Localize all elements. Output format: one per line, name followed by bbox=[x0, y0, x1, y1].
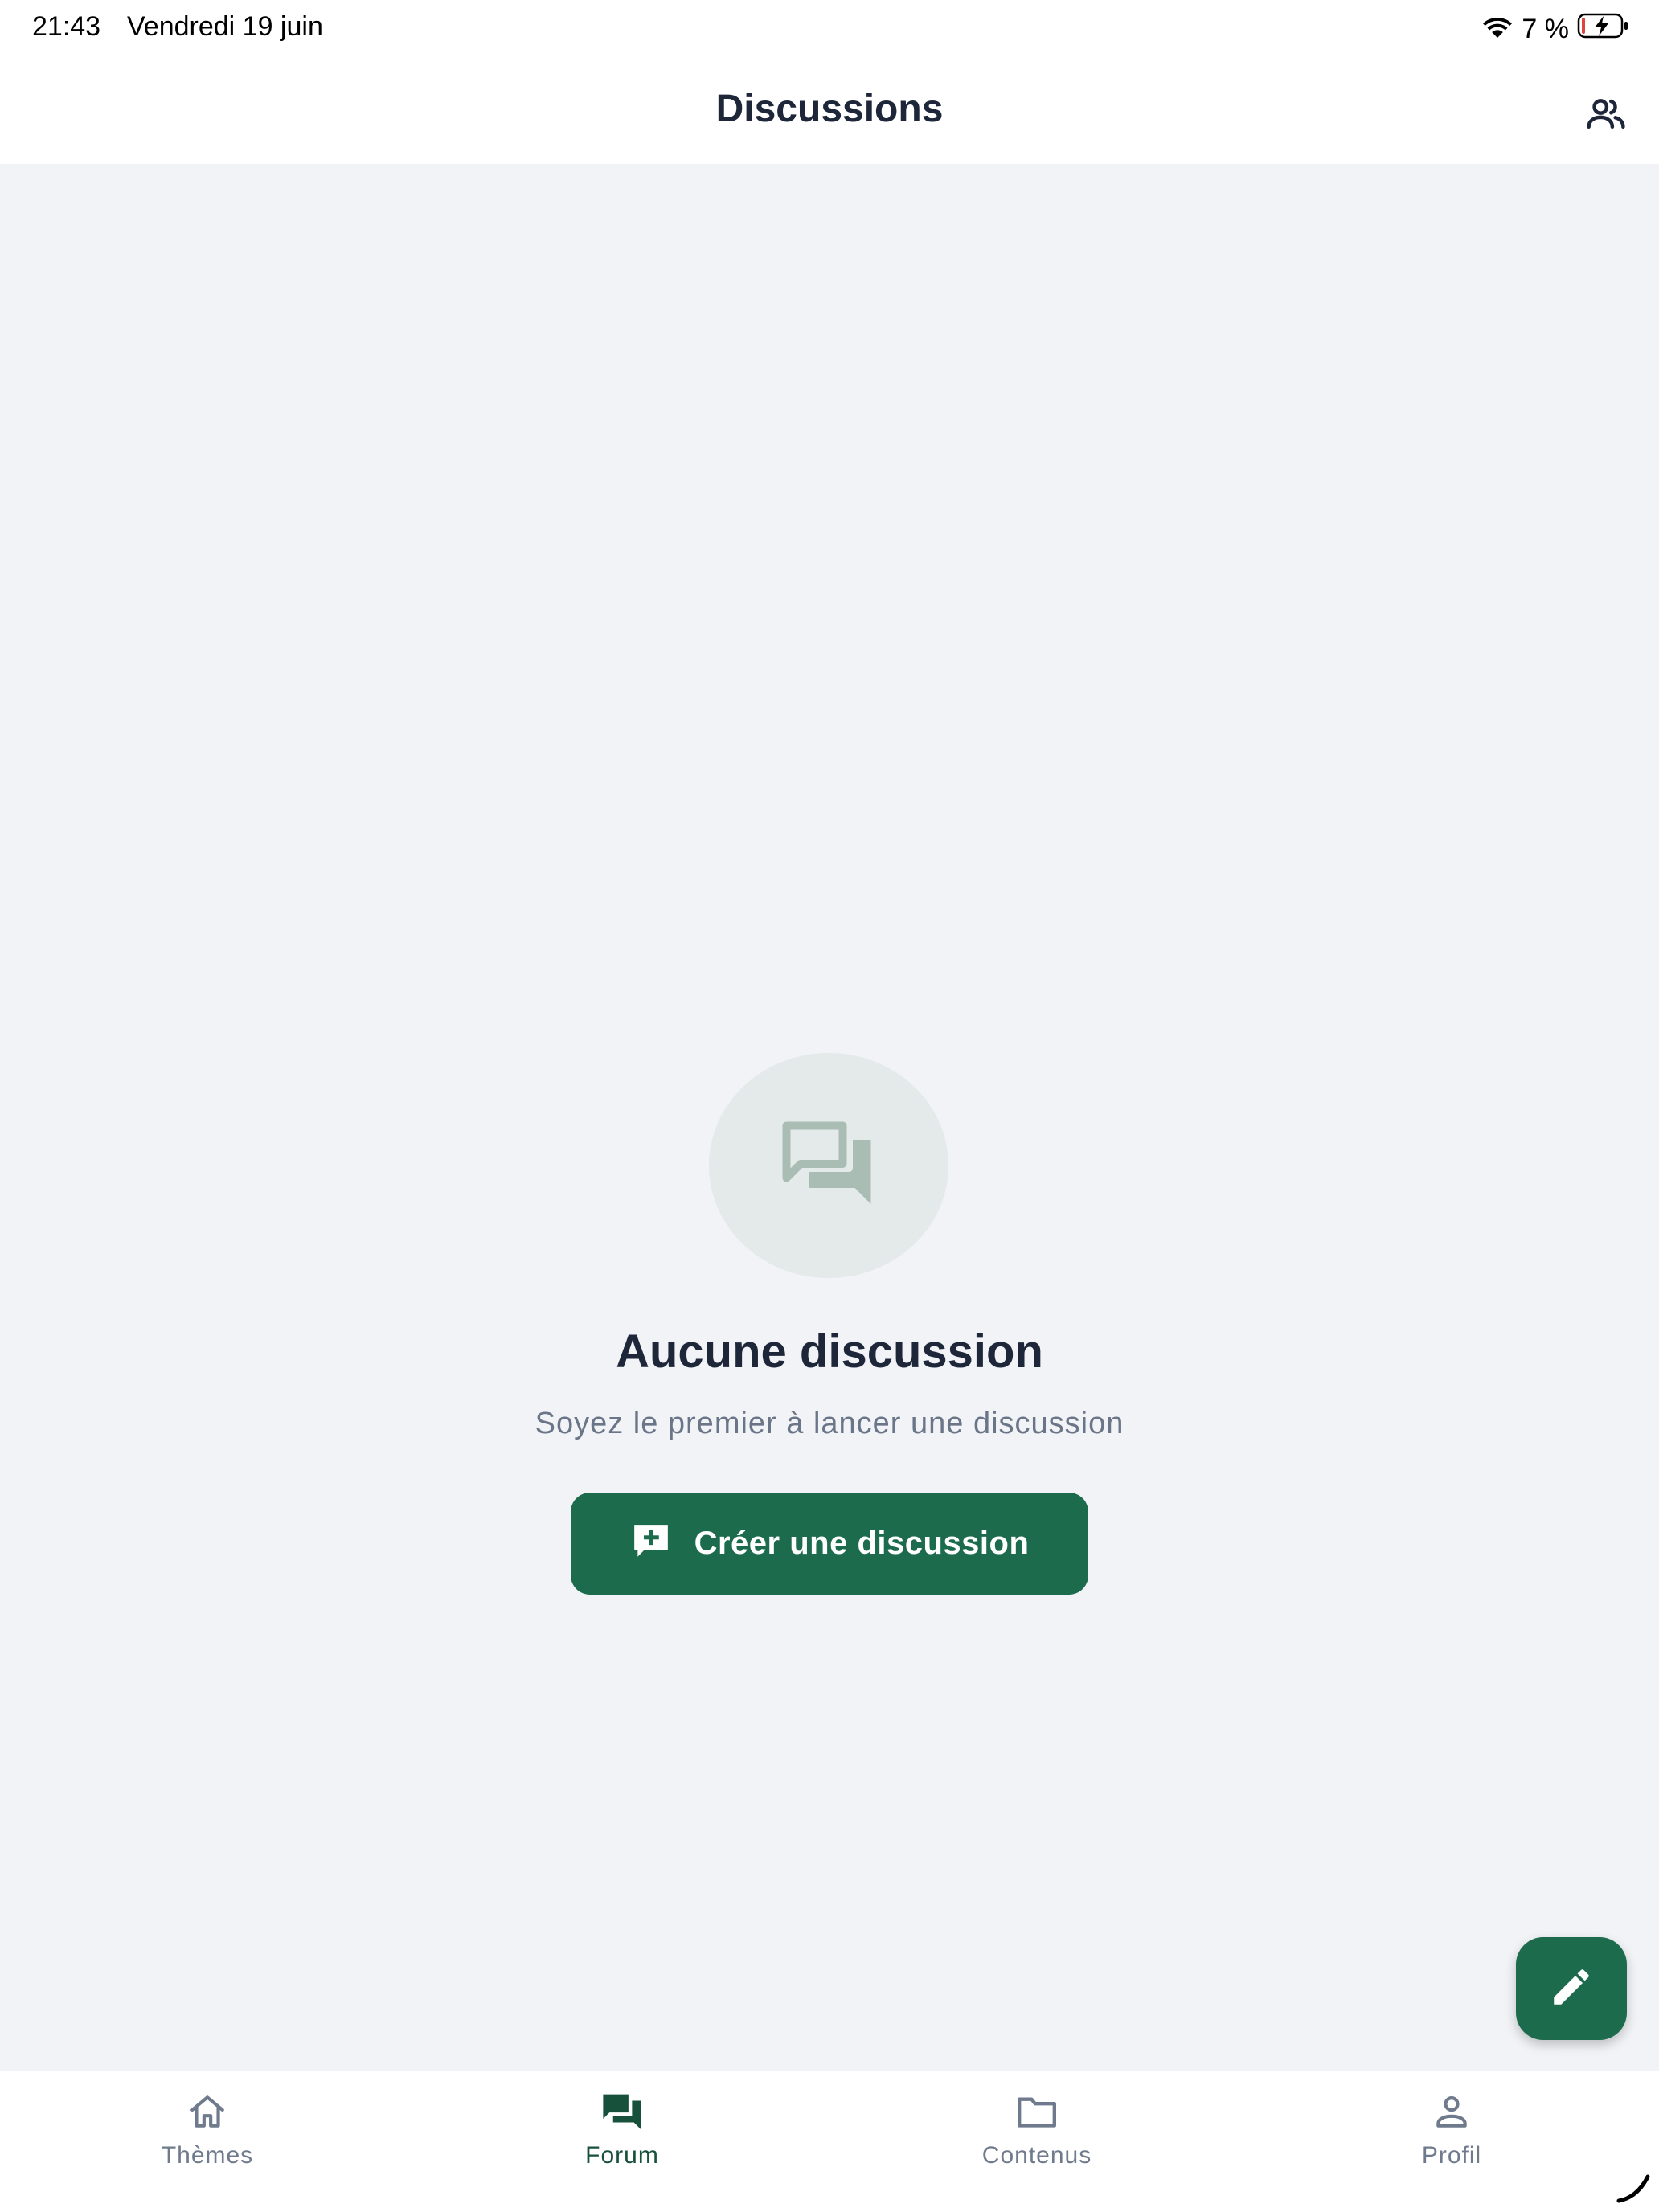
nav-label-forum: Forum bbox=[585, 2142, 659, 2169]
create-discussion-label: Créer une discussion bbox=[694, 1526, 1030, 1561]
nav-item-forum[interactable]: Forum bbox=[502, 2087, 743, 2184]
nav-item-themes[interactable]: Thèmes bbox=[87, 2087, 328, 2184]
nav-label-profil: Profil bbox=[1421, 2142, 1482, 2169]
empty-state-subtitle: Soyez le premier à lancer une discussion bbox=[535, 1407, 1124, 1440]
add-comment-icon bbox=[630, 1522, 672, 1566]
forum-icon bbox=[780, 1120, 877, 1212]
create-discussion-button[interactable]: Créer une discussion bbox=[571, 1493, 1088, 1595]
nav-label-themes: Thèmes bbox=[161, 2142, 254, 2169]
status-indicators: 7 % bbox=[1481, 13, 1630, 45]
empty-state-title: Aucune discussion bbox=[616, 1325, 1043, 1378]
page-title: Discussions bbox=[715, 88, 944, 130]
nav-item-profil[interactable]: Profil bbox=[1331, 2087, 1572, 2184]
status-time: 21:43 bbox=[32, 11, 101, 42]
new-discussion-fab[interactable] bbox=[1516, 1937, 1627, 2040]
group-icon bbox=[1584, 92, 1628, 140]
app-header: Discussions bbox=[0, 58, 1659, 164]
status-bar: 21:43 Vendredi 19 juin 7 % bbox=[0, 0, 1659, 58]
battery-charging-icon bbox=[1577, 12, 1630, 47]
empty-state-illustration bbox=[709, 1053, 948, 1278]
person-icon bbox=[1428, 2087, 1476, 2136]
battery-percent: 7 % bbox=[1522, 13, 1569, 44]
status-date: Vendredi 19 juin bbox=[127, 11, 323, 42]
forum-icon bbox=[598, 2087, 646, 2136]
nav-label-contenus: Contenus bbox=[981, 2142, 1092, 2169]
edit-pencil-icon bbox=[1548, 1964, 1595, 2014]
corner-handle-icon bbox=[1616, 2172, 1653, 2204]
wifi-icon bbox=[1481, 13, 1514, 46]
folder-icon bbox=[1013, 2087, 1061, 2136]
nav-item-contenus[interactable]: Contenus bbox=[916, 2087, 1157, 2184]
home-icon bbox=[183, 2087, 231, 2136]
members-button[interactable] bbox=[1572, 82, 1640, 150]
bottom-navigation: Thèmes Forum Contenus Profil bbox=[0, 2071, 1659, 2212]
